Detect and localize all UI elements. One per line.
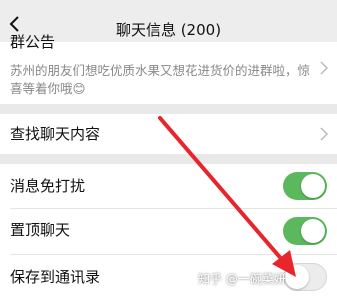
group-notice-text: 苏州的朋友们想吃优质水果又想花进货价的进群啦，惊喜等着你哦😊 <box>10 63 311 96</box>
mute-notifications-row: 消息免打扰 <box>0 164 337 208</box>
group-notice-section[interactable]: 群公告 苏州的朋友们想吃优质水果又想花进货价的进群啦，惊喜等着你哦😊 <box>0 34 337 104</box>
pin-chat-label: 置顶聊天 <box>10 221 71 239</box>
save-to-contacts-toggle[interactable] <box>283 263 327 291</box>
search-chat-history-row[interactable]: 查找聊天内容 <box>0 114 337 154</box>
chevron-right-icon <box>320 61 329 75</box>
save-to-contacts-row: 保存到通讯录 <box>0 255 337 301</box>
toggle-knob <box>301 174 325 198</box>
mute-notifications-toggle[interactable] <box>283 172 327 200</box>
group-notice-label: 群公告 <box>10 33 56 51</box>
search-chat-history-label: 查找聊天内容 <box>10 125 101 143</box>
mute-notifications-label: 消息免打扰 <box>10 177 86 195</box>
watermark: 知乎 @一碗菜妍 <box>198 272 286 286</box>
save-to-contacts-label: 保存到通讯录 <box>10 268 101 286</box>
pin-chat-row: 置顶聊天 <box>0 209 337 254</box>
toggle-knob <box>301 219 325 243</box>
toggle-knob <box>285 265 309 289</box>
chat-settings-section: 消息免打扰 置顶聊天 保存到通讯录 <box>0 164 337 301</box>
pin-chat-toggle[interactable] <box>283 217 327 245</box>
chevron-right-icon <box>320 127 329 141</box>
